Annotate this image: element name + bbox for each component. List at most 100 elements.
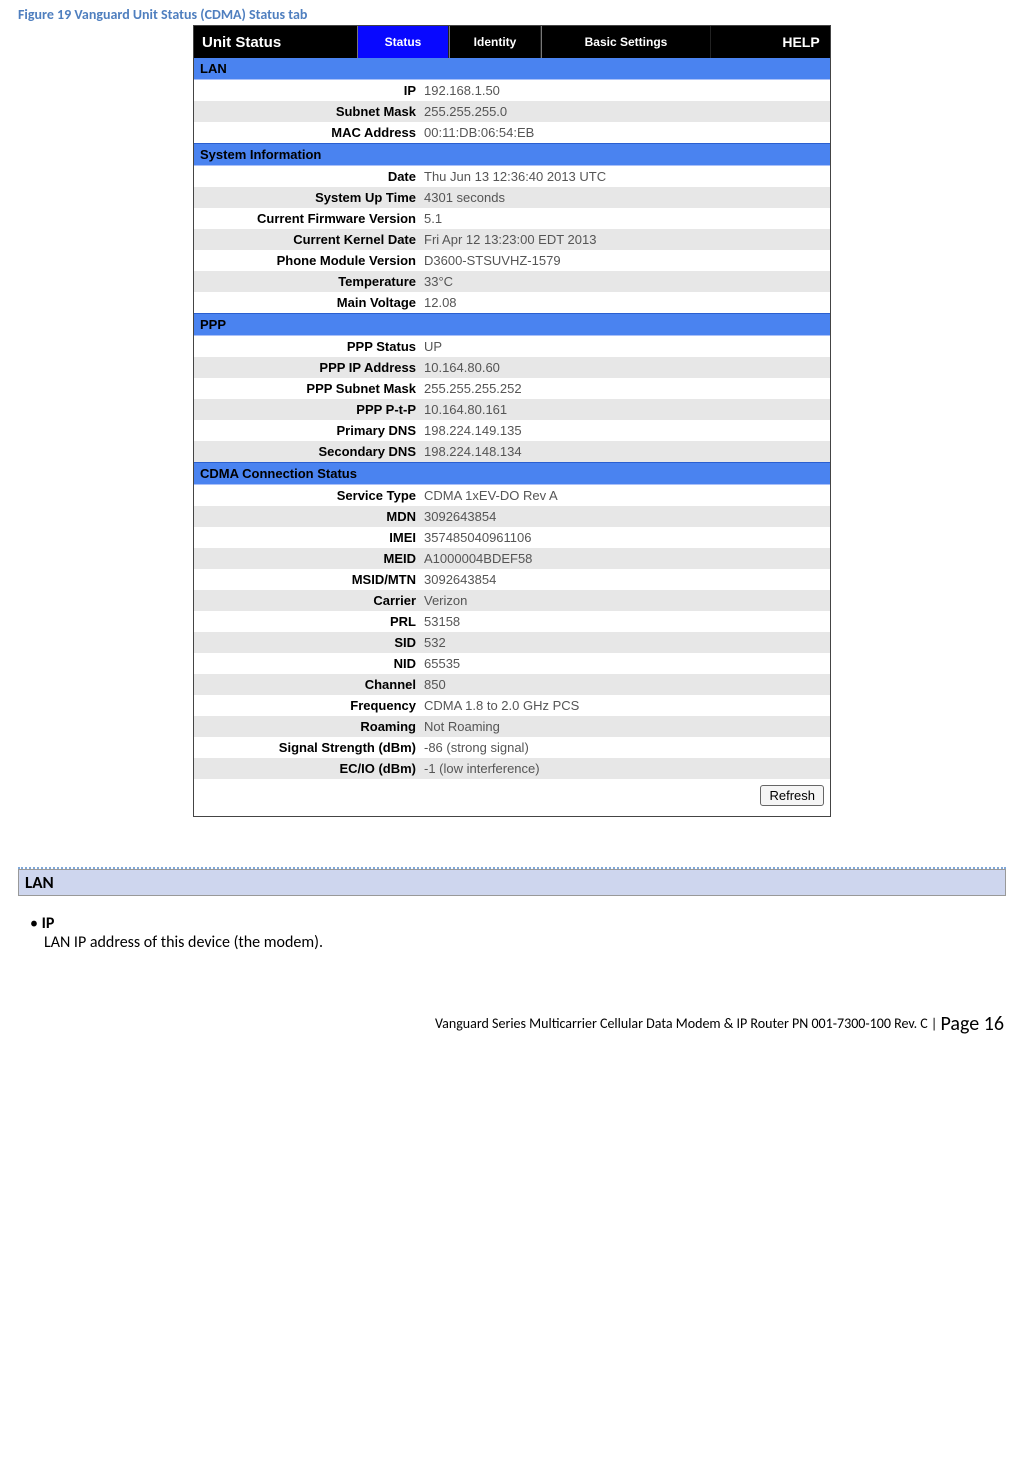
- table-row: Secondary DNS198.224.148.134: [194, 441, 830, 462]
- row-label: IP: [194, 80, 420, 101]
- table-row: PRL53158: [194, 611, 830, 632]
- row-value: 3092643854: [420, 569, 830, 590]
- row-value: 850: [420, 674, 830, 695]
- row-value: 12.08: [420, 292, 830, 313]
- table-row: Current Kernel DateFri Apr 12 13:23:00 E…: [194, 229, 830, 250]
- row-label: MDN: [194, 506, 420, 527]
- unit-status-panel: Unit Status Status Identity Basic Settin…: [193, 25, 831, 817]
- table-row: IMEI357485040961106: [194, 527, 830, 548]
- row-label: Temperature: [194, 271, 420, 292]
- table-row: Phone Module VersionD3600-STSUVHZ-1579: [194, 250, 830, 271]
- row-value: CDMA 1.8 to 2.0 GHz PCS: [420, 695, 830, 716]
- kv-table: DateThu Jun 13 12:36:40 2013 UTCSystem U…: [194, 166, 830, 313]
- row-value: Thu Jun 13 12:36:40 2013 UTC: [420, 166, 830, 187]
- row-value: Verizon: [420, 590, 830, 611]
- footer-page-word: Page: [941, 1012, 984, 1036]
- row-label: MAC Address: [194, 122, 420, 143]
- row-value: Fri Apr 12 13:23:00 EDT 2013: [420, 229, 830, 250]
- table-row: FrequencyCDMA 1.8 to 2.0 GHz PCS: [194, 695, 830, 716]
- table-row: Subnet Mask255.255.255.0: [194, 101, 830, 122]
- row-label: System Up Time: [194, 187, 420, 208]
- section-header: System Information: [194, 143, 830, 166]
- table-row: MEIDA1000004BDEF58: [194, 548, 830, 569]
- refresh-button[interactable]: Refresh: [760, 785, 824, 806]
- row-value: 00:11:DB:06:54:EB: [420, 122, 830, 143]
- table-row: Primary DNS198.224.149.135: [194, 420, 830, 441]
- row-label: MEID: [194, 548, 420, 569]
- table-row: MAC Address00:11:DB:06:54:EB: [194, 122, 830, 143]
- refresh-row: Refresh: [194, 779, 830, 816]
- row-label: EC/IO (dBm): [194, 758, 420, 779]
- tab-spacer: [711, 26, 772, 58]
- table-row: PPP Subnet Mask255.255.255.252: [194, 378, 830, 399]
- row-value: 53158: [420, 611, 830, 632]
- row-label: Primary DNS: [194, 420, 420, 441]
- table-row: RoamingNot Roaming: [194, 716, 830, 737]
- help-button[interactable]: HELP: [772, 26, 830, 58]
- row-value: 10.164.80.161: [420, 399, 830, 420]
- row-value: 4301 seconds: [420, 187, 830, 208]
- table-row: IP192.168.1.50: [194, 80, 830, 101]
- row-label: IMEI: [194, 527, 420, 548]
- doc-section-lan: LAN: [18, 869, 1006, 896]
- table-row: PPP IP Address10.164.80.60: [194, 357, 830, 378]
- row-label: Channel: [194, 674, 420, 695]
- kv-table: IP192.168.1.50Subnet Mask255.255.255.0MA…: [194, 80, 830, 143]
- row-value: 33°C: [420, 271, 830, 292]
- row-value: D3600-STSUVHZ-1579: [420, 250, 830, 271]
- row-value: 3092643854: [420, 506, 830, 527]
- row-label: Current Firmware Version: [194, 208, 420, 229]
- tab-basic-settings[interactable]: Basic Settings: [541, 26, 711, 58]
- row-label: Subnet Mask: [194, 101, 420, 122]
- row-label: Service Type: [194, 485, 420, 506]
- row-value: CDMA 1xEV-DO Rev A: [420, 485, 830, 506]
- row-label: NID: [194, 653, 420, 674]
- row-label: Current Kernel Date: [194, 229, 420, 250]
- table-row: PPP StatusUP: [194, 336, 830, 357]
- table-row: SID532: [194, 632, 830, 653]
- footer-sep: |: [928, 1015, 941, 1032]
- row-value: 65535: [420, 653, 830, 674]
- row-label: Secondary DNS: [194, 441, 420, 462]
- row-value: 198.224.149.135: [420, 420, 830, 441]
- row-label: SID: [194, 632, 420, 653]
- table-row: PPP P-t-P10.164.80.161: [194, 399, 830, 420]
- bullet-body: LAN IP address of this device (the modem…: [44, 933, 1006, 952]
- tab-status[interactable]: Status: [357, 26, 449, 58]
- row-label: PPP Status: [194, 336, 420, 357]
- row-value: 192.168.1.50: [420, 80, 830, 101]
- page-footer: Vanguard Series Multicarrier Cellular Da…: [0, 1012, 1024, 1048]
- bullet-ip: • IP LAN IP address of this device (the …: [30, 914, 1006, 952]
- row-value: 255.255.255.252: [420, 378, 830, 399]
- table-row: System Up Time4301 seconds: [194, 187, 830, 208]
- section-header: PPP: [194, 313, 830, 336]
- tab-identity[interactable]: Identity: [449, 26, 541, 58]
- row-label: Date: [194, 166, 420, 187]
- row-value: 255.255.255.0: [420, 101, 830, 122]
- row-value: -1 (low interference): [420, 758, 830, 779]
- table-row: EC/IO (dBm)-1 (low interference): [194, 758, 830, 779]
- row-label: Signal Strength (dBm): [194, 737, 420, 758]
- tab-bar: Unit Status Status Identity Basic Settin…: [194, 26, 830, 58]
- table-row: MDN3092643854: [194, 506, 830, 527]
- figure-caption: Figure 19 Vanguard Unit Status (CDMA) St…: [0, 0, 1024, 25]
- section-header: LAN: [194, 58, 830, 80]
- row-label: Frequency: [194, 695, 420, 716]
- row-value: Not Roaming: [420, 716, 830, 737]
- row-label: Phone Module Version: [194, 250, 420, 271]
- row-label: Roaming: [194, 716, 420, 737]
- row-value: 532: [420, 632, 830, 653]
- row-label: Main Voltage: [194, 292, 420, 313]
- row-value: 198.224.148.134: [420, 441, 830, 462]
- table-row: Service TypeCDMA 1xEV-DO Rev A: [194, 485, 830, 506]
- table-row: CarrierVerizon: [194, 590, 830, 611]
- table-row: Signal Strength (dBm)-86 (strong signal): [194, 737, 830, 758]
- row-label: PPP P-t-P: [194, 399, 420, 420]
- panel-title: Unit Status: [194, 26, 357, 58]
- row-label: MSID/MTN: [194, 569, 420, 590]
- footer-page-num: 16: [984, 1012, 1004, 1036]
- row-value: A1000004BDEF58: [420, 548, 830, 569]
- row-value: UP: [420, 336, 830, 357]
- footer-line: Vanguard Series Multicarrier Cellular Da…: [435, 1015, 928, 1032]
- row-label: PPP IP Address: [194, 357, 420, 378]
